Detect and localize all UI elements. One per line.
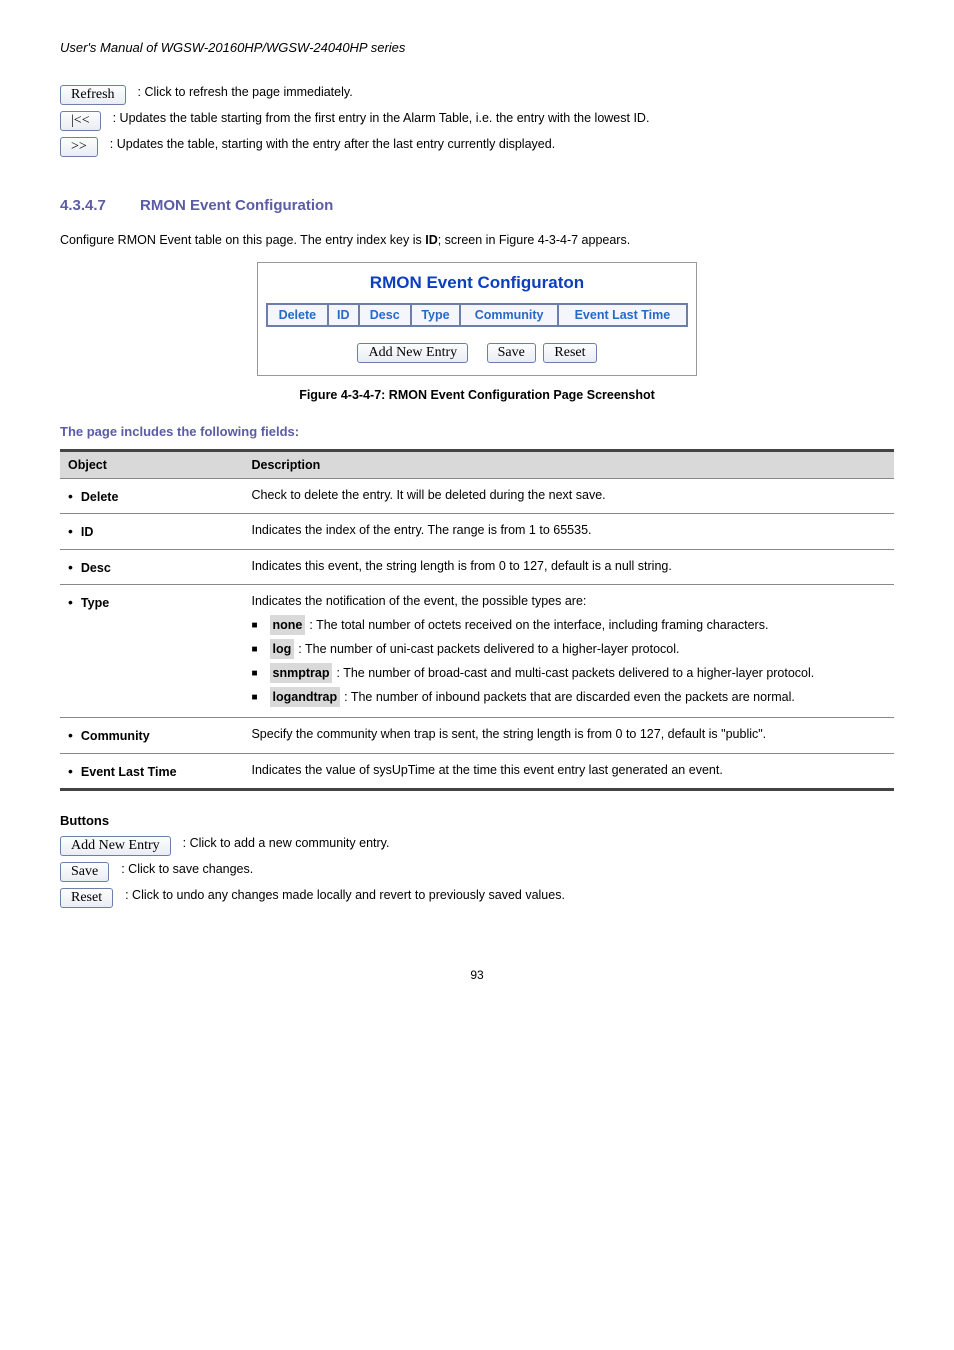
section-desc-part1: Configure RMON Event table on this page.… bbox=[60, 233, 425, 247]
fields-intro: The page includes the following fields: bbox=[60, 424, 894, 439]
table-row: Desc Indicates this event, the string le… bbox=[60, 549, 894, 584]
type-none-label: none bbox=[270, 615, 306, 635]
section-title: RMON Event Configuration bbox=[140, 197, 333, 214]
next-page-desc: : Updates the table, starting with the e… bbox=[110, 137, 894, 151]
buttons-heading: Buttons bbox=[60, 813, 894, 828]
table-row: ID Indicates the index of the entry. The… bbox=[60, 514, 894, 549]
row-type-intro: Indicates the notification of the event,… bbox=[251, 591, 886, 611]
section-number: 4.3.4.7 bbox=[60, 197, 140, 214]
type-snmptrap-label: snmptrap bbox=[270, 663, 333, 683]
col-last-time: Event Last Time bbox=[558, 304, 687, 326]
section-description: Configure RMON Event table on this page.… bbox=[60, 230, 894, 250]
row-desc-desc: Indicates this event, the string length … bbox=[243, 549, 894, 584]
type-logandtrap-desc: : The number of inbound packets that are… bbox=[344, 690, 795, 704]
config-screenshot: RMON Event Configuraton Delete ID Desc T… bbox=[257, 262, 697, 376]
row-lasttime-label: Event Last Time bbox=[81, 765, 177, 779]
save-button[interactable]: Save bbox=[60, 862, 109, 882]
reset-button[interactable]: Reset bbox=[60, 888, 113, 908]
row-delete-label: Delete bbox=[81, 490, 119, 504]
row-delete-desc: Check to delete the entry. It will be de… bbox=[243, 479, 894, 514]
add-new-entry-desc: : Click to add a new community entry. bbox=[183, 836, 894, 850]
row-community-desc: Specify the community when trap is sent,… bbox=[243, 718, 894, 753]
fields-table: Object Description Delete Check to delet… bbox=[60, 449, 894, 791]
col-type: Type bbox=[411, 304, 461, 326]
add-new-entry-button[interactable]: Add New Entry bbox=[60, 836, 171, 856]
fields-header-description: Description bbox=[243, 451, 894, 479]
section-heading: 4.3.4.7 RMON Event Configuration bbox=[60, 197, 894, 214]
screenshot-reset-button[interactable]: Reset bbox=[543, 343, 596, 363]
screenshot-save-button[interactable]: Save bbox=[487, 343, 536, 363]
col-community: Community bbox=[460, 304, 557, 326]
section-desc-id: ID bbox=[425, 233, 438, 247]
figure-caption-text: RMON Event Configuration Page Screenshot bbox=[385, 388, 654, 402]
first-page-desc: : Updates the table starting from the fi… bbox=[113, 111, 894, 125]
fields-header-object: Object bbox=[60, 451, 243, 479]
next-page-button[interactable]: >> bbox=[60, 137, 98, 157]
row-desc-label: Desc bbox=[81, 561, 111, 575]
section-desc-part2: ; screen in bbox=[438, 233, 499, 247]
save-desc: : Click to save changes. bbox=[121, 862, 894, 876]
section-desc-figref: Figure 4-3-4-7 bbox=[499, 233, 578, 247]
type-snmptrap-desc: : The number of broad-cast and multi-cas… bbox=[336, 666, 814, 680]
figure-caption-label: Figure 4-3-4-7: bbox=[299, 388, 385, 402]
reset-desc: : Click to undo any changes made locally… bbox=[125, 888, 894, 902]
type-none-desc: : The total number of octets received on… bbox=[309, 618, 768, 632]
screenshot-add-button[interactable]: Add New Entry bbox=[357, 343, 468, 363]
refresh-button[interactable]: Refresh bbox=[60, 85, 126, 105]
type-logandtrap-label: logandtrap bbox=[270, 687, 341, 707]
table-row: Event Last Time Indicates the value of s… bbox=[60, 753, 894, 789]
manual-header: User's Manual of WGSW-20160HP/WGSW-24040… bbox=[60, 40, 894, 55]
table-row: Delete Check to delete the entry. It wil… bbox=[60, 479, 894, 514]
figure-caption: Figure 4-3-4-7: RMON Event Configuration… bbox=[60, 388, 894, 402]
col-delete: Delete bbox=[267, 304, 328, 326]
table-row: Type Indicates the notification of the e… bbox=[60, 585, 894, 718]
col-id: ID bbox=[328, 304, 359, 326]
row-type-label: Type bbox=[81, 596, 109, 610]
refresh-desc: : Click to refresh the page immediately. bbox=[138, 85, 894, 99]
page-number: 93 bbox=[60, 968, 894, 982]
type-log-desc: : The number of uni-cast packets deliver… bbox=[298, 642, 679, 656]
section-desc-part3: appears. bbox=[578, 233, 630, 247]
row-id-desc: Indicates the index of the entry. The ra… bbox=[243, 514, 894, 549]
type-log-label: log bbox=[270, 639, 295, 659]
col-desc: Desc bbox=[359, 304, 411, 326]
table-row: Community Specify the community when tra… bbox=[60, 718, 894, 753]
first-page-button[interactable]: |<< bbox=[60, 111, 101, 131]
row-id-label: ID bbox=[81, 525, 94, 539]
row-community-label: Community bbox=[81, 729, 150, 743]
screenshot-table: Delete ID Desc Type Community Event Last… bbox=[266, 303, 688, 327]
screenshot-title: RMON Event Configuraton bbox=[258, 263, 696, 303]
row-lasttime-desc: Indicates the value of sysUpTime at the … bbox=[243, 753, 894, 789]
